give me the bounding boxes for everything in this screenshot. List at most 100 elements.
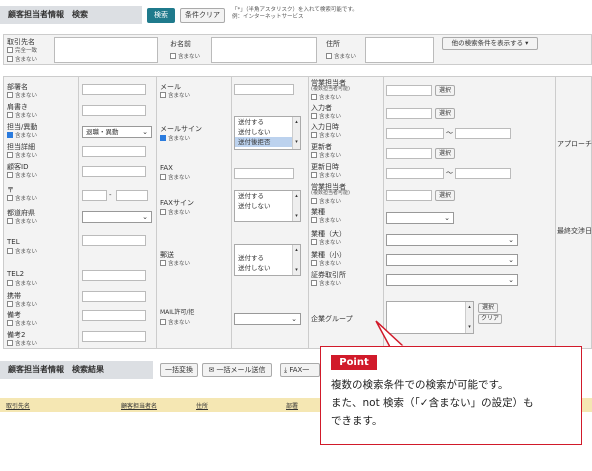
exclude-checkbox[interactable]: 含まない: [311, 171, 341, 179]
point-badge: Point: [331, 355, 377, 370]
select-button[interactable]: 選択: [435, 108, 455, 119]
chevron-down-icon: ⌄: [291, 315, 297, 323]
exclude-checkbox[interactable]: 含まない: [160, 259, 190, 267]
sales-rep2-input[interactable]: [386, 190, 432, 201]
group-clear-button[interactable]: クリア: [478, 314, 502, 324]
company-name-input[interactable]: [54, 37, 158, 63]
mail-allow-select[interactable]: ⌄: [234, 313, 301, 325]
industry-small-select[interactable]: ⌄: [386, 254, 518, 266]
entry-from-input[interactable]: [386, 128, 444, 139]
update-from-input[interactable]: [386, 168, 444, 179]
column-header[interactable]: 住所: [196, 401, 208, 410]
exclude-checkbox[interactable]: 含まない: [160, 173, 190, 181]
sales-rep-input[interactable]: [386, 85, 432, 96]
exclude-checkbox[interactable]: 含まない: [7, 194, 37, 202]
fax-input[interactable]: [234, 168, 294, 179]
name-input[interactable]: [211, 37, 317, 63]
tel2-input[interactable]: [82, 270, 146, 281]
exclude-checkbox[interactable]: 含まない: [311, 112, 341, 120]
title-input[interactable]: [82, 105, 146, 116]
mailing-listbox[interactable]: 送付する 送付しない ▴ ▾: [234, 244, 301, 276]
scrollbar[interactable]: ▴ ▾: [292, 191, 300, 221]
mail-sign-label: メールサイン: [160, 125, 202, 133]
exclude-checkbox[interactable]: 含まない: [311, 279, 341, 287]
more-conditions-button[interactable]: 他の検索条件を表示する ▾: [442, 37, 538, 50]
entry-input[interactable]: [386, 108, 432, 119]
mail-sign-listbox[interactable]: 送付する 送付しない 送付後拒否 ▴ ▾: [234, 116, 301, 150]
chevron-down-icon: ⌄: [508, 256, 514, 264]
zip1-input[interactable]: [82, 190, 107, 201]
exclude-checkbox[interactable]: 含まない: [311, 93, 341, 101]
callout-pointer: [375, 320, 406, 348]
last-contact-label: 最終交渉日: [557, 227, 592, 235]
exclude-checkbox[interactable]: 含まない: [311, 131, 341, 139]
point-callout: Point 複数の検索条件での検索が可能です。 また、not 検索（「✓含まない…: [320, 346, 582, 445]
address-exclude-checkbox[interactable]: 含まない: [326, 52, 356, 60]
exclude-checkbox[interactable]: 含まない: [7, 217, 37, 225]
exclude-checkbox[interactable]: 含まない: [7, 279, 37, 287]
exclude-checkbox[interactable]: 含まない: [7, 247, 37, 255]
column-header[interactable]: 取引先名: [6, 401, 30, 410]
industry-select[interactable]: ⌄: [386, 212, 454, 224]
exclude-checkbox[interactable]: 含まない: [7, 151, 37, 159]
memo-input[interactable]: [82, 310, 146, 321]
exclude-checkbox[interactable]: 含まない: [311, 151, 341, 159]
fax-sign-listbox[interactable]: 送付する 送付しない ▴ ▾: [234, 190, 301, 222]
exclude-checkbox[interactable]: 含まない: [7, 300, 37, 308]
mail-input[interactable]: [234, 84, 294, 95]
status-select[interactable]: 退職・異動 ⌄: [82, 126, 152, 138]
exclude-checkbox[interactable]: 含まない: [311, 238, 341, 246]
callout-text: 複数の検索条件での検索が可能です。 また、not 検索（「✓含まない」の設定）も…: [331, 379, 534, 427]
exclude-checkbox[interactable]: 含まない: [311, 216, 341, 224]
exclude-checkbox-checked[interactable]: 含まない: [7, 131, 37, 139]
mail-allow-label: MAIL許可/拒: [160, 309, 195, 316]
exclude-checkbox[interactable]: 含まない: [311, 197, 341, 205]
exclude-checkbox[interactable]: 含まない: [7, 111, 37, 119]
scrollbar[interactable]: ▴ ▾: [465, 302, 473, 333]
scrollbar[interactable]: ▴ ▾: [292, 245, 300, 275]
updater-input[interactable]: [386, 148, 432, 159]
bulk-convert-button[interactable]: 一括変換: [160, 363, 198, 377]
column-header[interactable]: 部署: [286, 401, 298, 410]
name-label: お名前: [170, 40, 191, 48]
select-button[interactable]: 選択: [435, 148, 455, 159]
exclude-checkbox[interactable]: 含まない: [160, 318, 190, 326]
memo2-input[interactable]: [82, 331, 146, 342]
exclude-checkbox-checked[interactable]: 含まない: [160, 134, 190, 142]
entry-to-input[interactable]: [455, 128, 511, 139]
prefecture-select[interactable]: ⌄: [82, 211, 152, 223]
update-to-input[interactable]: [455, 168, 511, 179]
select-button[interactable]: 選択: [435, 85, 455, 96]
chevron-down-icon: ⌄: [444, 214, 450, 222]
name-exclude-checkbox[interactable]: 含まない: [170, 52, 200, 60]
exclude-checkbox[interactable]: 含まない: [7, 339, 37, 347]
fax-send-button[interactable]: ⤓ FAX一: [280, 363, 320, 377]
address-input[interactable]: [365, 37, 434, 63]
search-button[interactable]: 検索: [147, 8, 175, 23]
select-button[interactable]: 選択: [435, 190, 455, 201]
industry-large-select[interactable]: ⌄: [386, 234, 518, 246]
zip2-input[interactable]: [116, 190, 148, 201]
detail-input[interactable]: [82, 146, 146, 157]
stock-exchange-select[interactable]: ⌄: [386, 274, 518, 286]
fax-label: FAX: [160, 164, 173, 172]
tel-input[interactable]: [82, 235, 146, 246]
exclude-checkbox[interactable]: 含まない: [7, 171, 37, 179]
exclude-checkbox[interactable]: 含まない: [7, 91, 37, 99]
mobile-input[interactable]: [82, 291, 146, 302]
company-exclude-checkbox[interactable]: 含まない: [7, 55, 37, 63]
exclude-checkbox[interactable]: 含まない: [311, 259, 341, 267]
exclude-checkbox[interactable]: 含まない: [160, 208, 190, 216]
scrollbar[interactable]: ▴ ▾: [292, 117, 300, 149]
customer-id-input[interactable]: [82, 166, 146, 177]
chevron-down-icon: ⌄: [508, 236, 514, 244]
exclude-checkbox[interactable]: 含まない: [160, 91, 190, 99]
group-select-button[interactable]: 選択: [478, 303, 498, 313]
exact-match-checkbox[interactable]: 完全一致: [7, 46, 37, 54]
exclude-checkbox[interactable]: 含まない: [7, 319, 37, 327]
column-header[interactable]: 顧客担当者名: [121, 401, 157, 410]
clear-conditions-button[interactable]: 条件クリア: [180, 8, 225, 23]
zip-dash: -: [109, 191, 112, 199]
bulk-mail-button[interactable]: ✉ 一括メール送信: [202, 363, 272, 377]
department-input[interactable]: [82, 84, 146, 95]
